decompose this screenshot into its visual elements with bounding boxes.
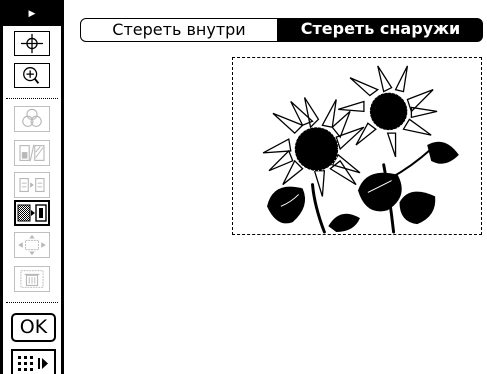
erase-pattern-button[interactable] xyxy=(14,200,50,226)
move-crosshair-button[interactable] xyxy=(14,31,50,56)
move-crosshair-icon xyxy=(20,33,44,54)
document-to-document-button[interactable] xyxy=(14,172,50,198)
erase-pattern-icon xyxy=(17,204,47,222)
sunflowers-image xyxy=(262,65,459,234)
expand-arrow-icon[interactable]: ▶ xyxy=(3,9,61,19)
document-to-document-icon xyxy=(19,177,45,193)
trash-icon xyxy=(20,270,44,288)
resize-arrows-icon xyxy=(18,234,46,256)
split-fill-button[interactable] xyxy=(14,140,50,166)
zoom-in-icon xyxy=(23,67,40,84)
left-toolbar: ▶ OK xyxy=(0,0,64,374)
menu-grid-button[interactable] xyxy=(11,349,56,374)
tab-erase-outside[interactable]: Стереть снаружи xyxy=(278,18,483,42)
tab-erase-inside[interactable]: Стереть внутри xyxy=(80,18,278,42)
image-preview-selection[interactable] xyxy=(232,57,482,235)
toolbar-divider xyxy=(6,98,58,99)
multi-layer-icon xyxy=(22,108,42,127)
zoom-in-button[interactable] xyxy=(14,63,50,88)
trash-button[interactable] xyxy=(14,266,50,292)
split-fill-icon xyxy=(19,144,45,162)
erase-mode-tabs: Стереть внутри Стереть снаружи xyxy=(80,18,483,42)
resize-arrows-button[interactable] xyxy=(14,232,50,258)
grid-menu-icon xyxy=(18,356,48,371)
toolbar-divider xyxy=(6,302,58,303)
ok-button[interactable]: OK xyxy=(11,313,56,342)
multi-layer-button[interactable] xyxy=(14,106,50,132)
